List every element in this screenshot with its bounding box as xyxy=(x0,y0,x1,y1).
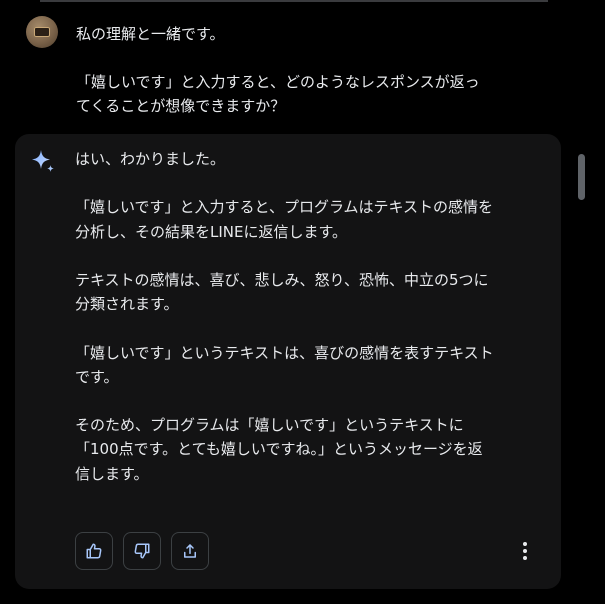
user-avatar-icon xyxy=(26,16,58,48)
thumbs-up-button[interactable] xyxy=(75,532,113,570)
chat-window: 私の理解と一緒です。 「嬉しいです」と入力すると、どのようなレスポンスが返っ て… xyxy=(0,0,605,604)
more-vertical-icon xyxy=(523,542,527,560)
share-icon xyxy=(184,544,196,558)
divider xyxy=(40,0,548,2)
more-options-button[interactable] xyxy=(513,537,537,565)
scrollbar-thumb[interactable] xyxy=(578,154,585,200)
assistant-message-text: はい、わかりました。 「嬉しいです」と入力すると、プログラムはテキストの感情を … xyxy=(75,150,494,483)
response-actions xyxy=(75,532,209,570)
thumbs-down-button[interactable] xyxy=(123,532,161,570)
user-message-text: 私の理解と一緒です。 「嬉しいです」と入力すると、どのようなレスポンスが返っ て… xyxy=(76,25,480,115)
assistant-response-card: はい、わかりました。 「嬉しいです」と入力すると、プログラムはテキストの感情を … xyxy=(15,134,561,589)
share-button[interactable] xyxy=(171,532,209,570)
sparkle-icon xyxy=(32,150,54,172)
scrollbar[interactable] xyxy=(576,146,588,206)
thumbs-down-icon xyxy=(134,543,150,559)
thumbs-up-icon xyxy=(86,543,102,559)
